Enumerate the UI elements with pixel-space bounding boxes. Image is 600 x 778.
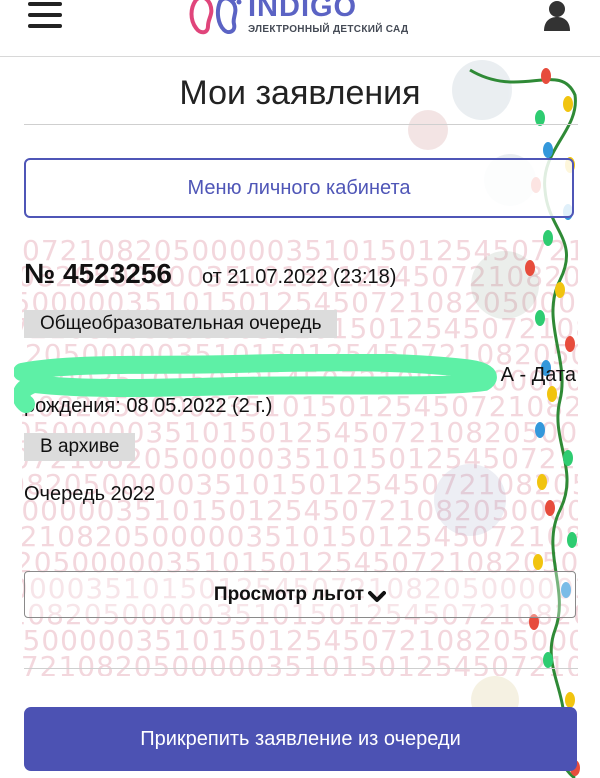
logo-title: INDIGO [248, 0, 358, 23]
section-divider [24, 668, 578, 669]
logo-subtitle: ЭЛЕКТРОННЫЙ ДЕТСКИЙ САД [248, 24, 409, 35]
application-number: № 4523256 [24, 258, 172, 289]
queue-year: Очередь 2022 [24, 483, 156, 505]
title-divider [24, 124, 578, 125]
attach-application-button[interactable]: Прикрепить заявление из очереди [24, 707, 577, 771]
view-benefits-button[interactable]: Просмотр льгот [24, 571, 576, 618]
page-title: Мои заявления [179, 74, 421, 112]
status-badge: В архиве [24, 433, 136, 461]
footprints-logo-icon [189, 0, 242, 35]
user-profile-icon[interactable] [543, 0, 571, 32]
chevron-down-icon [368, 591, 387, 602]
application-date: от 21.07.2022 (23:18) [202, 266, 397, 288]
view-benefits-label: Просмотр льгот [213, 583, 365, 605]
hamburger-menu-icon[interactable] [28, 2, 62, 30]
app-header: INDIGO ЭЛЕКТРОННЫЙ ДЕТСКИЙ САД [0, 0, 600, 57]
main-content: Мои заявления Меню личного кабинета № 45… [0, 0, 600, 778]
queue-type-badge: Общеобразовательная очередь [24, 310, 338, 338]
cabinet-menu-button[interactable]: Меню личного кабинета [24, 158, 574, 218]
redaction-scribble [14, 354, 497, 413]
